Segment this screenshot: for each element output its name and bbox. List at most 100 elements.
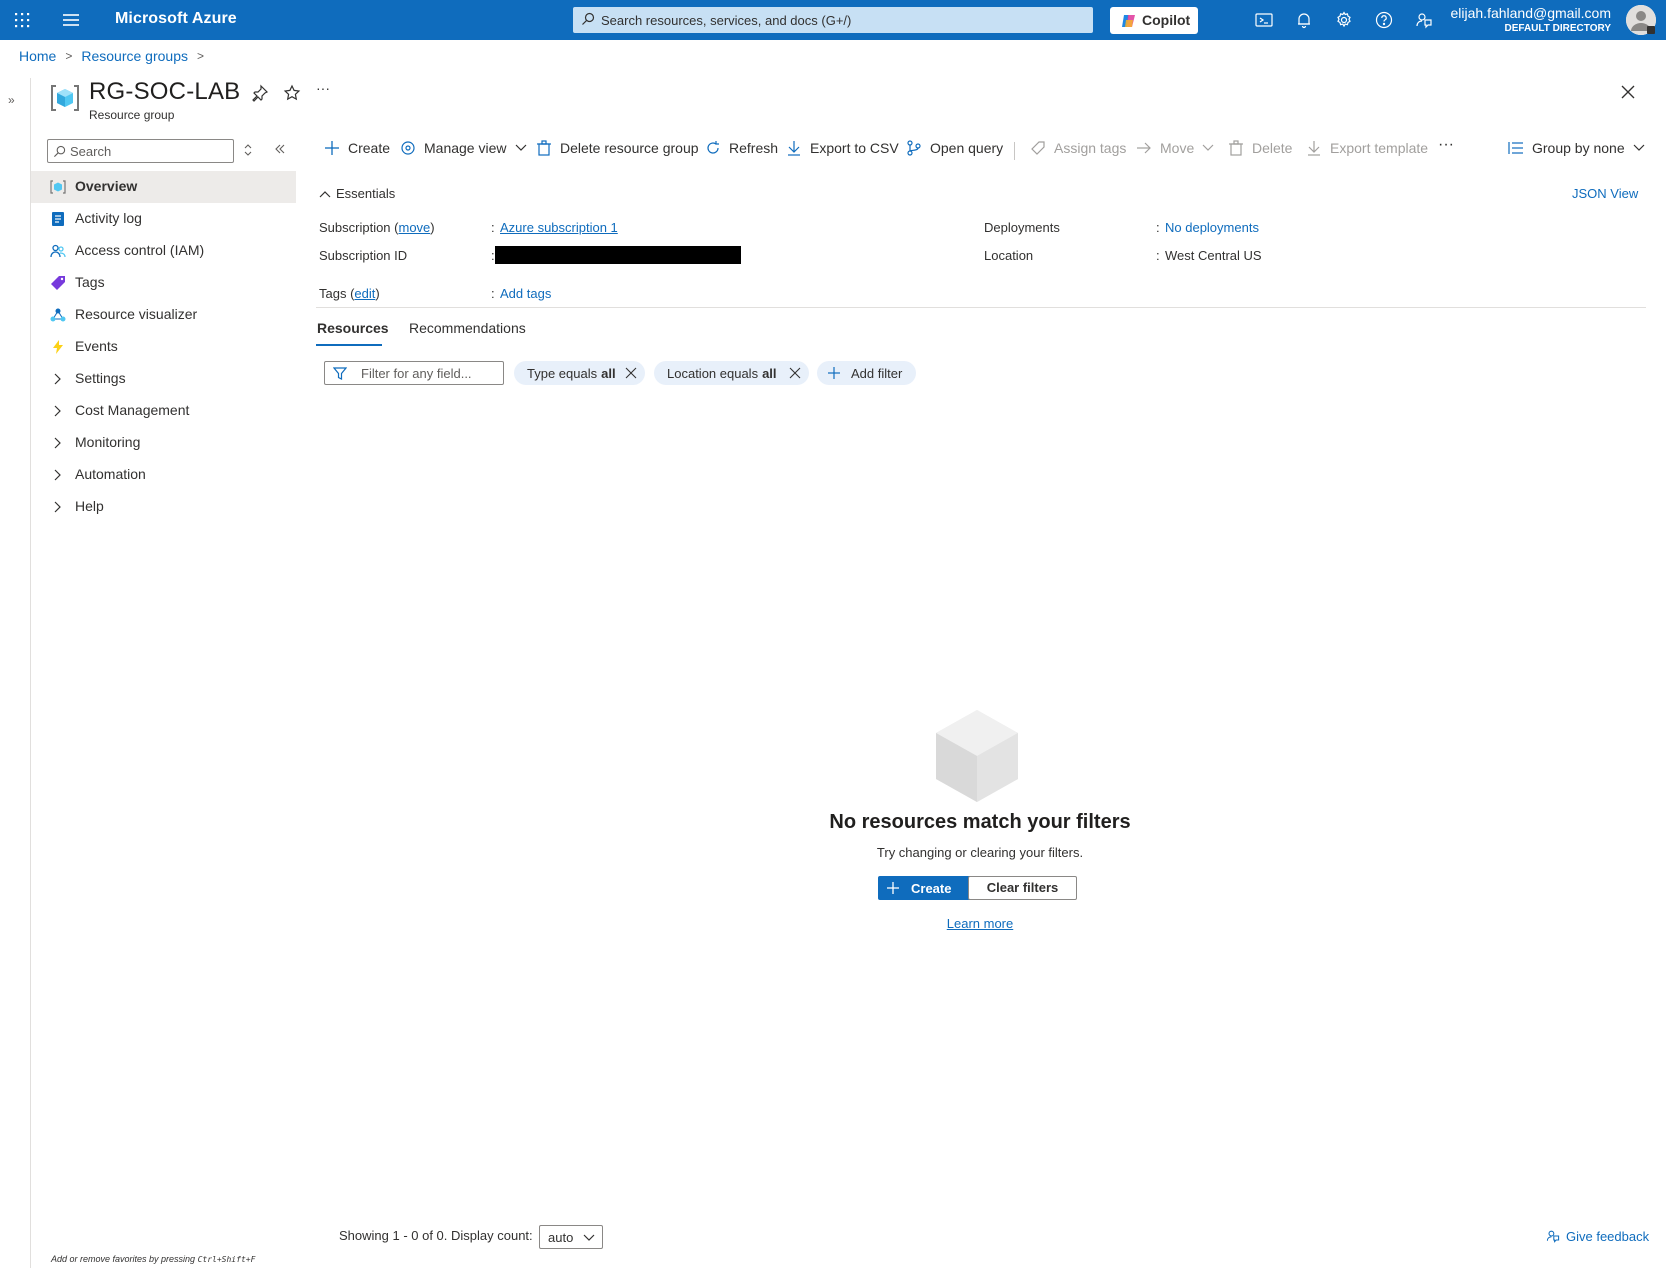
page-title: RG-SOC-LAB — [89, 78, 241, 105]
filter-pill-location[interactable]: Location equals all — [654, 361, 809, 385]
avatar[interactable] — [1626, 5, 1656, 35]
group-by-label: Group by none — [1532, 140, 1625, 156]
sidebar-item-overview[interactable]: Overview — [31, 171, 296, 203]
download-icon — [788, 141, 800, 156]
favorites-hint: Add or remove favorites by pressing Ctrl… — [51, 1254, 255, 1264]
sidebar-group-settings[interactable]: Settings — [31, 363, 296, 395]
pin-icon[interactable] — [251, 84, 269, 102]
learn-more-link[interactable]: Learn more — [780, 916, 1180, 931]
filter-input[interactable] — [361, 363, 499, 383]
waffle-icon[interactable] — [12, 10, 32, 30]
expand-sidebar-icon[interactable]: » — [8, 93, 15, 107]
help-icon[interactable] — [1374, 10, 1394, 30]
chevron-right-icon — [53, 501, 61, 513]
close-icon[interactable] — [625, 367, 637, 379]
sidebar-item-activity-log[interactable]: Activity log — [31, 203, 296, 235]
group-by-button[interactable]: Group by none — [1508, 140, 1645, 156]
tag-icon — [1031, 141, 1045, 155]
sidebar-group-cost-management[interactable]: Cost Management — [31, 395, 296, 427]
filter-pill-location-value: all — [762, 365, 777, 381]
json-view-link[interactable]: JSON View — [1572, 186, 1638, 201]
sidebar-item-label: Help — [75, 498, 104, 514]
essentials-toggle[interactable]: Essentials — [319, 186, 395, 201]
open-query-button[interactable]: Open query — [906, 140, 1003, 156]
cloud-shell-icon[interactable] — [1254, 10, 1274, 30]
subscription-link[interactable]: Azure subscription 1 — [500, 220, 618, 235]
chevron-right-icon — [53, 469, 61, 481]
create-button[interactable]: Create — [324, 140, 390, 156]
sidebar-item-label: Monitoring — [75, 434, 141, 450]
star-icon[interactable] — [283, 84, 301, 102]
sort-icon[interactable] — [243, 143, 253, 157]
sidebar-group-monitoring[interactable]: Monitoring — [31, 427, 296, 459]
assign-tags-label: Assign tags — [1054, 140, 1127, 156]
favorites-hint-text: Add or remove favorites by pressing — [51, 1254, 196, 1264]
sidebar-item-resource-visualizer[interactable]: Resource visualizer — [31, 299, 296, 331]
give-feedback-label: Give feedback — [1566, 1228, 1650, 1244]
breadcrumb-resource-groups[interactable]: Resource groups — [81, 48, 188, 64]
brand-title[interactable]: Microsoft Azure — [115, 10, 237, 28]
export-csv-button[interactable]: Export to CSV — [786, 140, 899, 156]
filter-field[interactable] — [324, 361, 504, 385]
gear-icon — [401, 141, 415, 155]
add-filter-button[interactable]: Add filter — [817, 361, 916, 385]
filter-pill-type-label: Type equals — [527, 365, 598, 381]
sidebar-item-events[interactable]: Events — [31, 331, 296, 363]
add-tags-link[interactable]: Add tags — [500, 286, 551, 301]
feedback-icon[interactable] — [1414, 10, 1434, 30]
tab-recommendations[interactable]: Recommendations — [409, 320, 526, 336]
more-actions-icon[interactable]: ··· — [316, 80, 334, 98]
breadcrumb: Home > Resource groups > — [19, 48, 213, 64]
close-icon[interactable] — [1620, 84, 1636, 100]
redacted-subscription-id — [495, 246, 741, 264]
gear-icon[interactable] — [1334, 10, 1354, 30]
deployments-link[interactable]: No deployments — [1165, 220, 1259, 235]
subscription-move-link[interactable]: move — [398, 220, 430, 235]
query-icon — [907, 140, 921, 156]
nav-search[interactable] — [47, 139, 234, 163]
sidebar-group-automation[interactable]: Automation — [31, 459, 296, 491]
bell-icon[interactable] — [1294, 10, 1314, 30]
resource-group-icon — [50, 179, 66, 195]
download-icon — [1308, 141, 1320, 156]
feedback-icon — [1546, 1230, 1560, 1243]
export-template-button[interactable]: Export template — [1306, 140, 1428, 156]
plus-icon — [828, 367, 840, 379]
tags-value: Add tags — [500, 286, 551, 301]
collapse-sidebar-icon[interactable] — [274, 143, 286, 155]
delete-resource-group-button[interactable]: Delete resource group — [536, 140, 699, 156]
delete-button[interactable]: Delete — [1228, 140, 1292, 156]
close-icon[interactable] — [789, 367, 801, 379]
sidebar-group-help[interactable]: Help — [31, 491, 296, 523]
manage-view-button[interactable]: Manage view — [400, 140, 527, 156]
filter-pill-type[interactable]: Type equals all — [514, 361, 645, 385]
global-search[interactable] — [573, 7, 1093, 33]
chevron-down-icon — [1202, 144, 1214, 151]
hamburger-icon[interactable] — [60, 10, 82, 30]
copilot-button[interactable]: Copilot — [1110, 7, 1198, 34]
give-feedback-link[interactable]: Give feedback — [1545, 1228, 1649, 1244]
deployments-label: Deployments — [984, 220, 1060, 235]
refresh-icon — [707, 141, 719, 154]
assign-tags-button[interactable]: Assign tags — [1030, 140, 1126, 156]
account-info[interactable]: elijah.fahland@gmail.com DEFAULT DIRECTO… — [1450, 5, 1611, 35]
breadcrumb-home[interactable]: Home — [19, 48, 56, 64]
tab-resources[interactable]: Resources — [317, 320, 389, 336]
display-count-select[interactable]: auto — [539, 1225, 603, 1249]
move-button[interactable]: Move — [1136, 140, 1214, 156]
clear-filters-button[interactable]: Clear filters — [968, 876, 1077, 900]
refresh-label: Refresh — [729, 140, 779, 156]
tags-edit-link[interactable]: edit — [354, 286, 375, 301]
sidebar-item-tags[interactable]: Tags — [31, 267, 296, 299]
tags-label-end: ) — [375, 286, 380, 301]
copilot-label: Copilot — [1142, 12, 1191, 28]
more-commands-icon[interactable]: ··· — [1438, 136, 1454, 154]
refresh-button[interactable]: Refresh — [705, 140, 778, 156]
nav-search-input[interactable] — [70, 141, 230, 161]
iam-icon — [50, 243, 66, 259]
sidebar-item-iam[interactable]: Access control (IAM) — [31, 235, 296, 267]
global-search-input[interactable] — [601, 7, 1081, 33]
chevron-right-icon — [53, 405, 61, 417]
list-icon — [1508, 142, 1523, 154]
export-csv-label: Export to CSV — [810, 140, 899, 156]
